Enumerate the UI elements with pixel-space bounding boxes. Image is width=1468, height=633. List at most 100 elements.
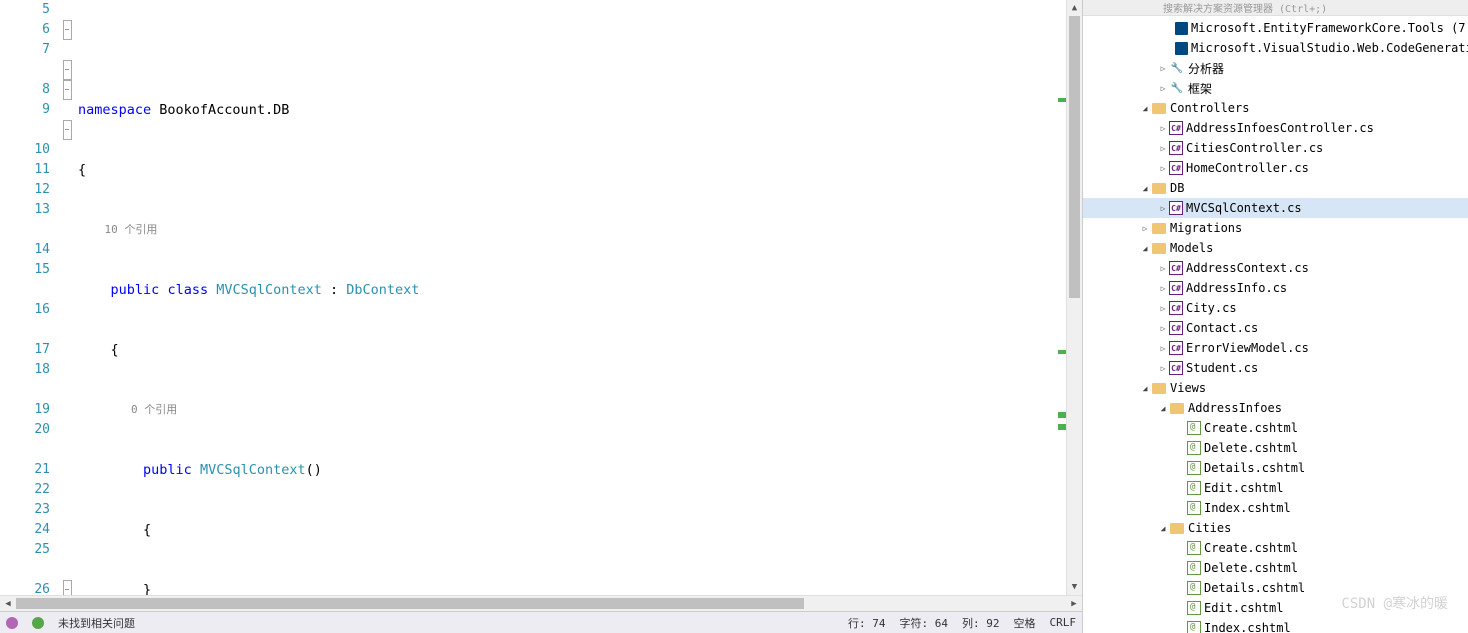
tree-item-label: MVCSqlContext.cs	[1186, 201, 1302, 215]
tree-item-label: Microsoft.EntityFrameworkCore.Tools (7.0…	[1191, 21, 1468, 35]
chevron-icon[interactable]	[1139, 224, 1151, 233]
tree-item[interactable]: C#Student.cs	[1083, 358, 1468, 378]
chevron-icon[interactable]	[1139, 104, 1151, 113]
tree-item-label: AddressInfoesController.cs	[1186, 121, 1374, 135]
tree-item-label: 框架	[1188, 80, 1212, 97]
tree-item[interactable]: Microsoft.VisualStudio.Web.CodeGeneratio…	[1083, 38, 1468, 58]
scrollbar-thumb[interactable]	[1069, 16, 1080, 298]
tree-item[interactable]: C#Contact.cs	[1083, 318, 1468, 338]
tree-item[interactable]: Views	[1083, 378, 1468, 398]
tree-item-label: Create.cshtml	[1204, 421, 1298, 435]
tree-item[interactable]: DB	[1083, 178, 1468, 198]
chevron-icon[interactable]	[1157, 144, 1169, 153]
tree-item[interactable]: AddressInfoes	[1083, 398, 1468, 418]
chevron-icon[interactable]	[1157, 164, 1169, 173]
folder-icon	[1151, 100, 1167, 116]
folder-icon	[1151, 380, 1167, 396]
tree-item[interactable]: Index.cshtml	[1083, 618, 1468, 633]
tree-item[interactable]: Details.cshtml	[1083, 578, 1468, 598]
status-char[interactable]: 字符: 64	[900, 615, 949, 631]
chevron-icon[interactable]	[1139, 244, 1151, 253]
tree-item[interactable]: Edit.cshtml	[1083, 478, 1468, 498]
chevron-icon[interactable]	[1139, 184, 1151, 193]
chevron-icon[interactable]	[1157, 204, 1169, 213]
tree-item-label: 分析器	[1188, 60, 1224, 77]
tree-item[interactable]: C#ErrorViewModel.cs	[1083, 338, 1468, 358]
scroll-up-arrow[interactable]: ▲	[1067, 0, 1082, 16]
tree-item-label: Student.cs	[1186, 361, 1258, 375]
tree-item[interactable]: 🔧分析器	[1083, 58, 1468, 78]
tree-item[interactable]: Cities	[1083, 518, 1468, 538]
tree-item-label: Microsoft.VisualStudio.Web.CodeGeneratio…	[1191, 41, 1468, 55]
tree-item[interactable]: C#AddressContext.cs	[1083, 258, 1468, 278]
analyzer-icon: 🔧	[1169, 60, 1185, 76]
fold-toggle[interactable]: −	[63, 60, 72, 80]
status-col[interactable]: 列: 92	[962, 615, 1000, 631]
csharp-file-icon: C#	[1169, 261, 1183, 275]
tree-item-label: Details.cshtml	[1204, 581, 1305, 595]
tree-item[interactable]: Create.cshtml	[1083, 418, 1468, 438]
csharp-file-icon: C#	[1169, 341, 1183, 355]
solution-tree[interactable]: Microsoft.EntityFrameworkCore.Tools (7.0…	[1083, 16, 1468, 633]
chevron-icon[interactable]	[1157, 364, 1169, 373]
folder-icon	[1151, 240, 1167, 256]
status-ins[interactable]: 空格	[1014, 615, 1036, 631]
tree-item[interactable]: Delete.cshtml	[1083, 558, 1468, 578]
vertical-scrollbar[interactable]: ▲ ▼	[1066, 0, 1082, 595]
status-crlf[interactable]: CRLF	[1050, 616, 1077, 629]
code-area[interactable]: 567891011121314151617181920212223242526 …	[0, 0, 1082, 595]
scroll-down-arrow[interactable]: ▼	[1067, 579, 1082, 595]
fold-toggle[interactable]: −	[63, 20, 72, 40]
fold-column[interactable]: −−−−−	[60, 0, 74, 595]
cshtml-file-icon	[1187, 561, 1201, 575]
horizontal-scrollbar[interactable]: ◀ ▶	[0, 595, 1082, 611]
tree-item-label: AddressInfoes	[1188, 401, 1282, 415]
status-issues[interactable]: 未找到相关问题	[58, 615, 135, 631]
tree-item[interactable]: C#AddressInfoesController.cs	[1083, 118, 1468, 138]
tree-item[interactable]: Edit.cshtml	[1083, 598, 1468, 618]
chevron-icon[interactable]	[1157, 84, 1169, 93]
overview-ruler[interactable]	[1052, 0, 1066, 595]
fold-toggle[interactable]: −	[63, 80, 72, 100]
tree-item[interactable]: Models	[1083, 238, 1468, 258]
tree-item[interactable]: Microsoft.EntityFrameworkCore.Tools (7.0…	[1083, 18, 1468, 38]
codelens-ref[interactable]: 10 个引用	[74, 220, 1066, 240]
cshtml-file-icon	[1187, 581, 1201, 595]
chevron-icon[interactable]	[1157, 324, 1169, 333]
csharp-file-icon: C#	[1169, 141, 1183, 155]
tree-item[interactable]: Migrations	[1083, 218, 1468, 238]
tree-item[interactable]: Details.cshtml	[1083, 458, 1468, 478]
tree-item[interactable]: Delete.cshtml	[1083, 438, 1468, 458]
csharp-file-icon: C#	[1169, 161, 1183, 175]
tree-item[interactable]: C#MVCSqlContext.cs	[1083, 198, 1468, 218]
chevron-icon[interactable]	[1157, 124, 1169, 133]
chevron-icon[interactable]	[1157, 524, 1169, 533]
chevron-icon[interactable]	[1139, 384, 1151, 393]
tree-item-label: Delete.cshtml	[1204, 561, 1298, 575]
solution-search-hint[interactable]: 搜索解决方案资源管理器 (Ctrl+;)	[1083, 0, 1468, 16]
fold-toggle[interactable]: −	[63, 120, 72, 140]
tree-item-label: CitiesController.cs	[1186, 141, 1323, 155]
status-line[interactable]: 行: 74	[848, 615, 886, 631]
tree-item[interactable]: Index.cshtml	[1083, 498, 1468, 518]
chevron-icon[interactable]	[1157, 304, 1169, 313]
codelens-ref[interactable]: 0 个引用	[74, 400, 1066, 420]
scrollbar-thumb-h[interactable]	[16, 598, 804, 609]
chevron-icon[interactable]	[1157, 404, 1169, 413]
cshtml-file-icon	[1187, 461, 1201, 475]
chevron-icon[interactable]	[1157, 264, 1169, 273]
chevron-icon[interactable]	[1157, 344, 1169, 353]
status-check-icon	[32, 617, 44, 629]
chevron-icon[interactable]	[1157, 284, 1169, 293]
tree-item[interactable]: Controllers	[1083, 98, 1468, 118]
chevron-icon[interactable]	[1157, 64, 1169, 73]
tree-item[interactable]: C#City.cs	[1083, 298, 1468, 318]
tree-item[interactable]: 🔧框架	[1083, 78, 1468, 98]
code-content[interactable]: namespace BookofAccount.DB { 10 个引用 publ…	[74, 0, 1066, 595]
tree-item[interactable]: C#HomeController.cs	[1083, 158, 1468, 178]
tree-item[interactable]: C#AddressInfo.cs	[1083, 278, 1468, 298]
cshtml-file-icon	[1187, 441, 1201, 455]
tree-item[interactable]: C#CitiesController.cs	[1083, 138, 1468, 158]
tree-item[interactable]: Create.cshtml	[1083, 538, 1468, 558]
fold-toggle[interactable]: −	[63, 580, 72, 595]
